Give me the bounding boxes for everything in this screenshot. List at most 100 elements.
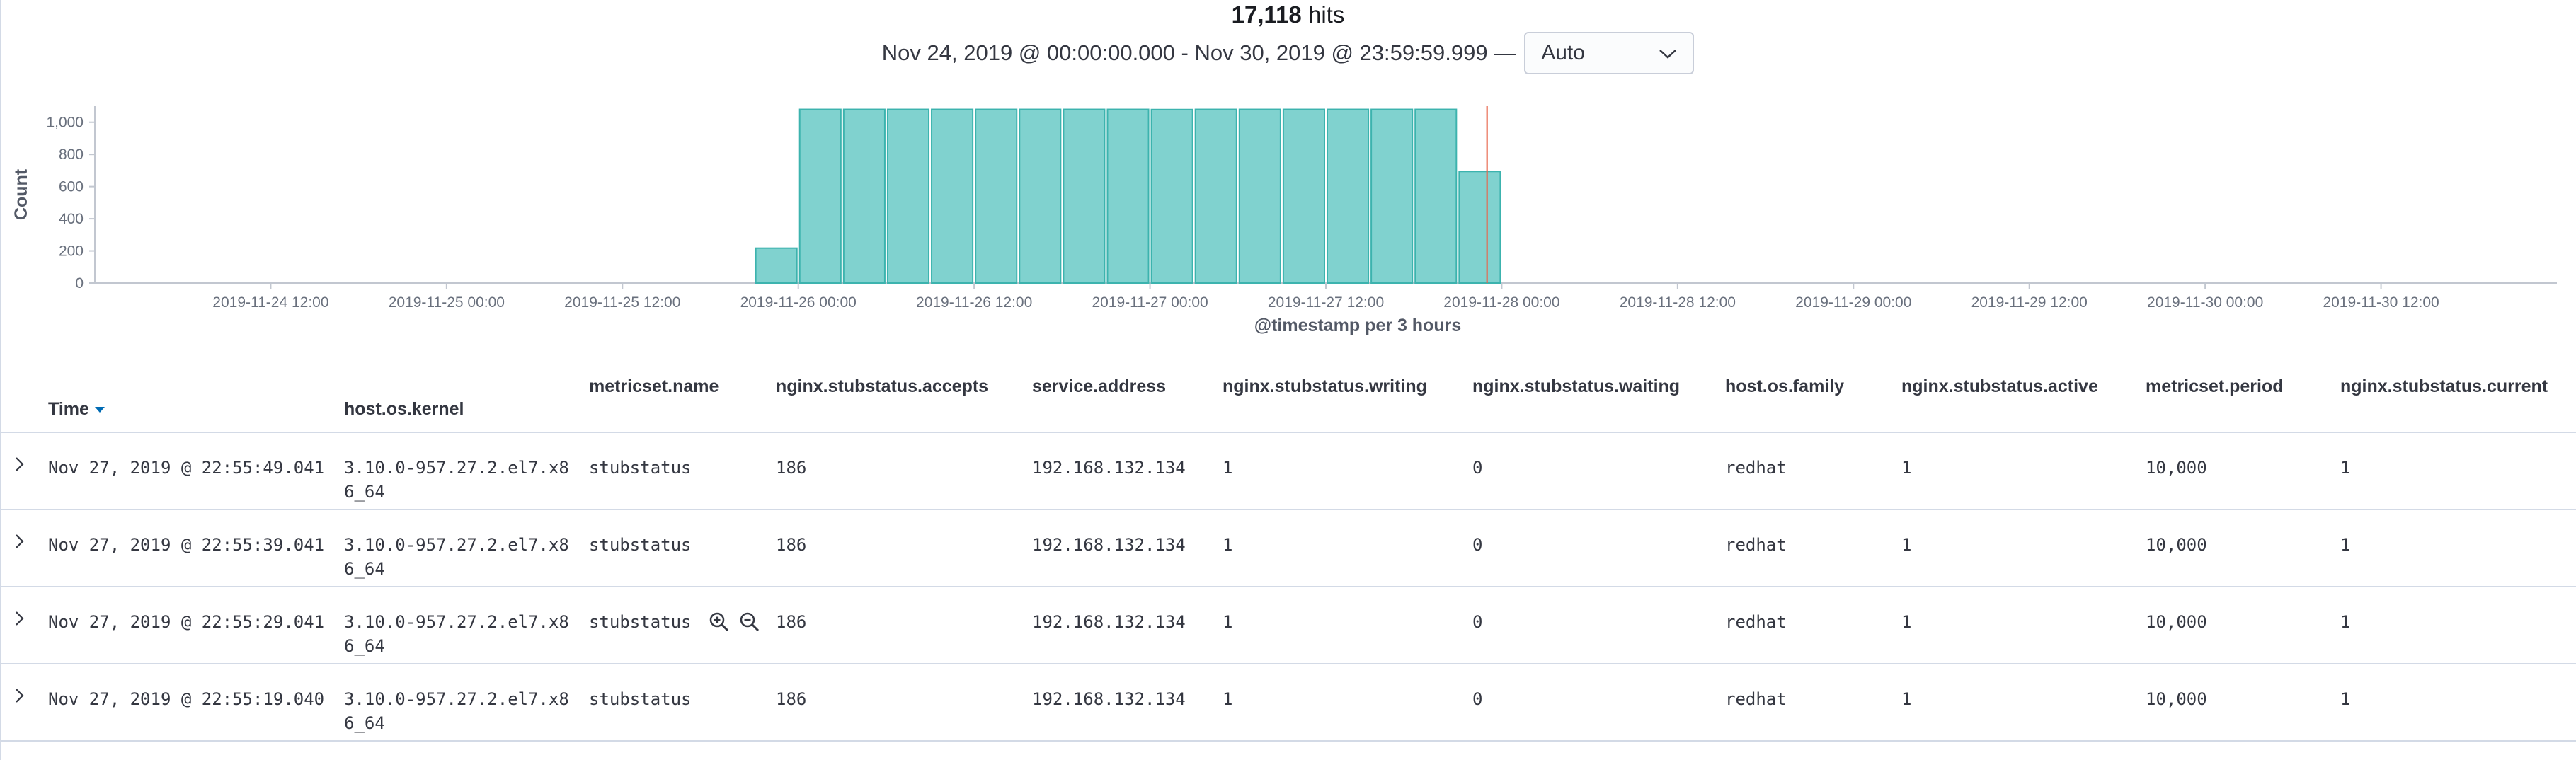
histogram-bar[interactable] bbox=[798, 108, 842, 284]
y-tick-label: 400 bbox=[59, 211, 84, 227]
histogram-bar[interactable] bbox=[931, 108, 974, 284]
cell-text-line: 3.10.0-957.27.2.el7.x8 bbox=[344, 612, 569, 632]
x-tick-label: 2019-11-27 12:00 bbox=[1268, 294, 1384, 311]
histogram-bar[interactable] bbox=[975, 108, 1018, 284]
header-col-nginx-stubstatus-accepts[interactable]: nginx.stubstatus.accepts bbox=[776, 376, 988, 397]
cell-host-os-kernel: 3.10.0-957.27.2.el7.x8 6_64 bbox=[344, 456, 569, 504]
y-tick-label: 800 bbox=[59, 146, 84, 163]
histogram-bar[interactable] bbox=[1458, 171, 1501, 284]
cell-host-os-kernel: 3.10.0-957.27.2.el7.x8 6_64 bbox=[344, 533, 569, 581]
histogram-bar[interactable] bbox=[1282, 108, 1325, 284]
magnify-plus-icon[interactable] bbox=[709, 611, 730, 633]
cell-time: Nov 27, 2019 @ 22:55:49.041 bbox=[48, 458, 325, 478]
cell-text-line: 6_64 bbox=[344, 559, 385, 579]
x-tick-label: 2019-11-28 12:00 bbox=[1620, 294, 1736, 311]
histogram-bar[interactable] bbox=[1370, 108, 1414, 284]
cell-nginx-stubstatus-waiting: 0 bbox=[1472, 689, 1483, 709]
histogram-bar[interactable] bbox=[842, 108, 886, 284]
magnify-minus-icon[interactable] bbox=[739, 611, 760, 633]
chevron-down-icon bbox=[1659, 41, 1677, 65]
expand-chevron-icon[interactable] bbox=[10, 609, 30, 628]
x-tick-label: 2019-11-27 00:00 bbox=[1092, 294, 1208, 311]
interval-select-value: Auto bbox=[1541, 41, 1585, 64]
cell-host-os-family: redhat bbox=[1725, 612, 1787, 632]
histogram-bar[interactable] bbox=[1327, 108, 1370, 284]
histogram-bar[interactable] bbox=[1063, 108, 1106, 284]
cell-nginx-stubstatus-writing: 1 bbox=[1223, 689, 1233, 709]
time-range-row: Nov 24, 2019 @ 00:00:00.000 - Nov 30, 20… bbox=[0, 31, 2576, 75]
interval-select[interactable]: Auto bbox=[1524, 32, 1695, 74]
header-col-metricset-period[interactable]: metricset.period bbox=[2146, 376, 2284, 397]
table-row[interactable]: Nov 27, 2019 @ 22:55:49.041 3.10.0-957.27… bbox=[0, 433, 2576, 510]
x-tick-label: 2019-11-29 00:00 bbox=[1795, 294, 1911, 311]
header-col-host-os-kernel[interactable]: host.os.kernel bbox=[344, 399, 464, 420]
table-row[interactable]: Nov 27, 2019 @ 22:55:19.040 3.10.0-957.27… bbox=[0, 664, 2576, 742]
cell-nginx-stubstatus-active: 1 bbox=[1901, 612, 1912, 632]
histogram-bar[interactable] bbox=[1414, 108, 1458, 284]
y-axis-title: Count bbox=[11, 168, 31, 220]
header-col-nginx-stubstatus-active[interactable]: nginx.stubstatus.active bbox=[1901, 376, 2098, 397]
cell-host-os-family: redhat bbox=[1725, 458, 1787, 478]
document-table: Time host.os.kernel metricset.name nginx.st… bbox=[0, 354, 2576, 742]
x-tick-label: 2019-11-30 12:00 bbox=[2323, 294, 2439, 311]
histogram-bar[interactable] bbox=[1106, 108, 1150, 284]
sort-descending-icon[interactable] bbox=[94, 407, 105, 413]
header-label: nginx.stubstatus.waiting bbox=[1472, 376, 1681, 396]
cell-host-os-kernel: 3.10.0-957.27.2.el7.x8 6_64 bbox=[344, 687, 569, 735]
x-axis-title: @timestamp per 3 hours bbox=[1254, 316, 1462, 335]
y-tick-label: 200 bbox=[59, 243, 84, 260]
cell-host-os-family: redhat bbox=[1725, 689, 1787, 709]
histogram-bar[interactable] bbox=[1150, 108, 1193, 284]
x-tick-label: 2019-11-25 00:00 bbox=[389, 294, 505, 311]
header-label: service.address bbox=[1032, 376, 1167, 396]
header-col-time[interactable]: Time bbox=[48, 399, 105, 420]
cell-nginx-stubstatus-accepts: 186 bbox=[776, 458, 807, 478]
cell-nginx-stubstatus-current: 1 bbox=[2340, 458, 2351, 478]
x-tick-label: 2019-11-26 12:00 bbox=[916, 294, 1032, 311]
header-col-nginx-stubstatus-current[interactable]: nginx.stubstatus.current bbox=[2340, 376, 2548, 397]
histogram-bar[interactable] bbox=[1238, 108, 1281, 284]
x-tick-label: 2019-11-26 00:00 bbox=[740, 294, 857, 311]
cell-text-line: 3.10.0-957.27.2.el7.x8 bbox=[344, 689, 569, 709]
cell-service-address: 192.168.132.134 bbox=[1032, 458, 1186, 478]
cell-nginx-stubstatus-accepts: 186 bbox=[776, 689, 807, 709]
cell-service-address: 192.168.132.134 bbox=[1032, 535, 1186, 555]
cell-nginx-stubstatus-current: 1 bbox=[2340, 535, 2351, 555]
header-label: metricset.name bbox=[589, 376, 719, 396]
x-tick-label: 2019-11-30 00:00 bbox=[2147, 294, 2263, 311]
header-label: nginx.stubstatus.current bbox=[2340, 376, 2548, 396]
x-tick-label: 2019-11-28 00:00 bbox=[1443, 294, 1559, 311]
histogram-bar[interactable] bbox=[886, 108, 930, 284]
header-col-nginx-stubstatus-waiting[interactable]: nginx.stubstatus.waiting bbox=[1472, 376, 1680, 397]
table-header: Time host.os.kernel metricset.name nginx.st… bbox=[0, 354, 2576, 433]
histogram-bar[interactable] bbox=[1194, 108, 1237, 284]
cell-text-line: 3.10.0-957.27.2.el7.x8 bbox=[344, 535, 569, 555]
expand-chevron-icon[interactable] bbox=[10, 686, 30, 706]
histogram-chart[interactable]: 0 200 400 600 800 1,000 Count 2019-11-24 12:00 2… bbox=[0, 99, 2576, 340]
x-tick-label: 2019-11-24 12:00 bbox=[212, 294, 328, 311]
cell-host-os-kernel: 3.10.0-957.27.2.el7.x8 6_64 bbox=[344, 610, 569, 658]
expand-chevron-icon[interactable] bbox=[10, 454, 30, 474]
time-range-text: Nov 24, 2019 @ 00:00:00.000 - Nov 30, 20… bbox=[881, 40, 1516, 65]
header-col-metricset-name[interactable]: metricset.name bbox=[589, 376, 719, 397]
table-row[interactable]: Nov 27, 2019 @ 22:55:29.041 3.10.0-957.27… bbox=[0, 587, 2576, 664]
table-row[interactable]: Nov 27, 2019 @ 22:55:39.041 3.10.0-957.27… bbox=[0, 510, 2576, 587]
cell-nginx-stubstatus-waiting: 0 bbox=[1472, 458, 1483, 478]
histogram-bar[interactable] bbox=[1019, 108, 1062, 284]
cell-service-address: 192.168.132.134 bbox=[1032, 612, 1186, 632]
cell-metricset-period: 10,000 bbox=[2146, 535, 2207, 555]
hits-label: hits bbox=[1307, 1, 1345, 28]
table-body: Nov 27, 2019 @ 22:55:49.041 3.10.0-957.27… bbox=[0, 433, 2576, 742]
cell-nginx-stubstatus-accepts: 186 bbox=[776, 535, 807, 555]
header-col-service-address[interactable]: service.address bbox=[1032, 376, 1166, 397]
expand-chevron-icon[interactable] bbox=[10, 531, 30, 551]
histogram-bar[interactable] bbox=[755, 247, 798, 284]
x-tick-label: 2019-11-29 12:00 bbox=[1971, 294, 2088, 311]
cell-time: Nov 27, 2019 @ 22:55:29.041 bbox=[48, 612, 325, 632]
cell-nginx-stubstatus-waiting: 0 bbox=[1472, 612, 1483, 632]
header-col-nginx-stubstatus-writing[interactable]: nginx.stubstatus.writing bbox=[1223, 376, 1427, 397]
header-label: nginx.stubstatus.active bbox=[1901, 376, 2098, 396]
header-col-host-os-family[interactable]: host.os.family bbox=[1725, 376, 1844, 397]
header-label: host.os.kernel bbox=[344, 399, 464, 419]
x-tick-label: 2019-11-25 12:00 bbox=[564, 294, 680, 311]
